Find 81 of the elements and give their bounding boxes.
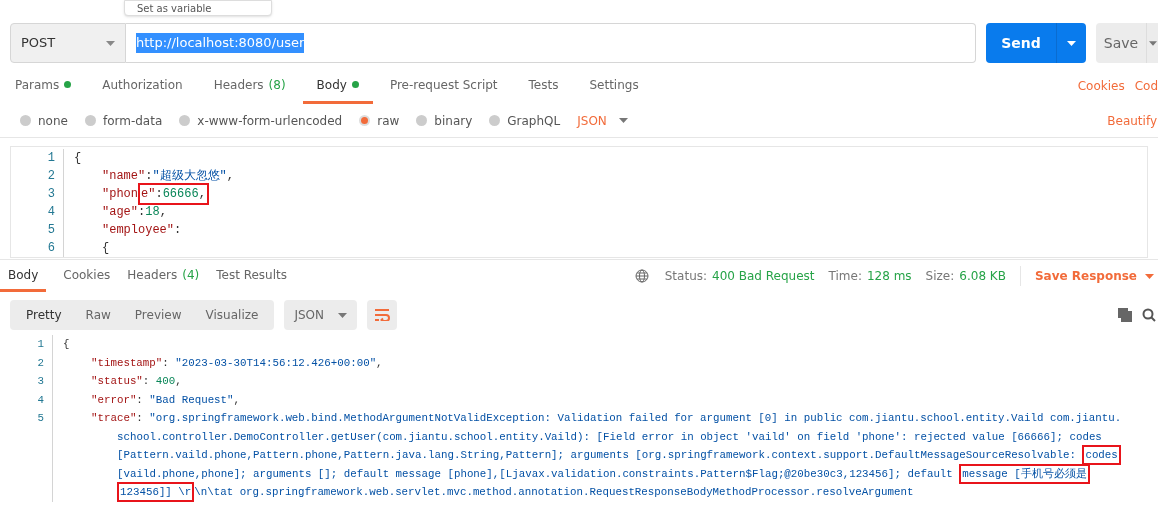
line-number: 4 <box>47 204 55 221</box>
code-text: [Pattern.vaild.phone,Pattern.phone,Pattern.java.lang.String,Pattern]; arguments [org.springframework.context.support.DefaultMessageSourceResolvable: <box>117 448 1077 464</box>
response-tab[interactable]: Body <box>0 260 47 292</box>
view-mode-tab[interactable]: Raw <box>75 300 121 330</box>
line-number: 4 <box>37 392 44 408</box>
code-text: "status": 400, <box>91 374 182 390</box>
line-number: 2 <box>47 168 55 185</box>
code-text: "trace": "org.springframework.web.bind.MethodArgumentNotValidException: Validation failed for argument [0] in public com.jiantu.school.entity.Vaild com.jiantu. <box>91 411 1122 427</box>
meta-value: 128 ms <box>866 268 912 285</box>
caret-icon <box>338 312 347 318</box>
view-mode-tab[interactable]: Pretty <box>16 300 72 330</box>
request-tab[interactable]: Headers (8) <box>213 68 286 104</box>
line-number: 1 <box>47 150 55 167</box>
code-text: { <box>63 337 70 353</box>
caret-icon <box>106 40 115 46</box>
highlight-box: message [手机号必须是 <box>959 463 1090 484</box>
caret-icon <box>1149 40 1157 46</box>
link[interactable]: Cod <box>1134 77 1158 95</box>
save-options-button[interactable] <box>1146 23 1158 63</box>
send-button[interactable]: Send <box>986 23 1056 63</box>
meta-value: 6.08 KB <box>959 268 1006 285</box>
copy-icon[interactable] <box>1118 308 1132 322</box>
line-number: 2 <box>37 355 44 371</box>
save-button[interactable]: Save <box>1096 23 1146 63</box>
wrap-button[interactable] <box>367 300 397 330</box>
request-tab[interactable]: Settings <box>589 68 639 104</box>
meta-label: Status: <box>664 268 708 285</box>
highlight-box: codes <box>1082 445 1121 466</box>
code-text: "name":"超级大忽悠", <box>102 168 235 185</box>
caret-icon <box>1067 40 1076 46</box>
line-number: 1 <box>37 337 44 353</box>
response-tab[interactable]: Headers (4) <box>127 260 200 292</box>
code-text: { <box>102 240 110 257</box>
code-text: { <box>74 150 82 167</box>
line-number: 5 <box>47 222 55 239</box>
body-type-radio[interactable]: form-data <box>84 111 163 130</box>
beautify-link[interactable]: Beautify <box>1107 111 1157 130</box>
meta-value: 400 Bad Request <box>712 268 815 285</box>
view-mode-tab[interactable]: Preview <box>124 300 192 330</box>
code-text: [vaild.phone,phone]; arguments []; default message [phone],[Ljavax.validation.constraints.Pattern$Flag;@20be30c3,123456]; default <box>117 466 954 482</box>
code-text: "employee": <box>102 222 182 239</box>
request-tab[interactable]: Authorization <box>102 68 183 104</box>
url-text: http://localhost:8080/user <box>136 33 305 53</box>
search-icon[interactable] <box>1142 308 1156 322</box>
format-dropdown[interactable]: JSON <box>284 300 357 330</box>
code-text: "error": "Bad Request", <box>91 392 241 408</box>
caret-icon <box>1145 273 1154 279</box>
request-tab[interactable]: Body <box>302 68 373 104</box>
body-type-radio[interactable]: binary <box>416 111 473 130</box>
code-text: "age":18, <box>102 204 167 221</box>
line-number: 3 <box>37 374 44 390</box>
response-tab[interactable]: Cookies <box>63 260 111 292</box>
body-type-radio[interactable]: raw <box>359 111 400 130</box>
body-type-radio[interactable]: none <box>20 111 68 130</box>
code-text: school.controller.DemoController.getUser(com.jiantu.school.entity.Vaild): [Field error in object 'vaild' on field 'phone': rejected value [66666]; codes <box>117 429 1102 445</box>
request-tab[interactable]: Tests <box>528 68 559 104</box>
line-number: 6 <box>47 240 55 257</box>
url-field[interactable]: http://localhost:8080/user <box>126 23 976 63</box>
highlight-box: e":66666, <box>138 183 209 205</box>
send-options-button[interactable] <box>1056 23 1086 63</box>
globe-icon <box>634 269 649 283</box>
meta-label: Time: <box>828 268 862 285</box>
line-number: 5 <box>37 411 44 427</box>
meta-label: Size: <box>925 268 955 285</box>
highlight-box: 123456]] \r <box>117 482 195 503</box>
view-mode-tab[interactable]: Visualize <box>195 300 269 330</box>
response-tab[interactable]: Test Results <box>216 260 287 292</box>
code-text: "phon <box>102 186 138 203</box>
line-number: 3 <box>47 186 55 203</box>
wrap-lines-icon <box>374 309 390 321</box>
caret-icon <box>618 118 628 123</box>
tooltip: Set as variable <box>124 0 272 16</box>
code-text: \n\tat org.springframework.web.servlet.mvc.method.annotation.RequestResponseBodyMethodProcessor.resolveArgument <box>194 485 914 501</box>
body-type-radio[interactable]: GraphQL <box>489 111 561 130</box>
format-dropdown[interactable]: JSON <box>577 111 628 130</box>
request-tab[interactable]: Pre-request Script <box>389 68 498 104</box>
request-tab[interactable]: Params <box>15 68 72 104</box>
body-type-radio[interactable]: x-www-form-urlencoded <box>179 111 343 130</box>
method-dropdown[interactable]: POST <box>10 23 126 63</box>
link[interactable]: Cookies <box>1077 77 1125 95</box>
code-text: "timestamp": "2023-03-30T14:56:12.426+00:00", <box>91 355 383 371</box>
